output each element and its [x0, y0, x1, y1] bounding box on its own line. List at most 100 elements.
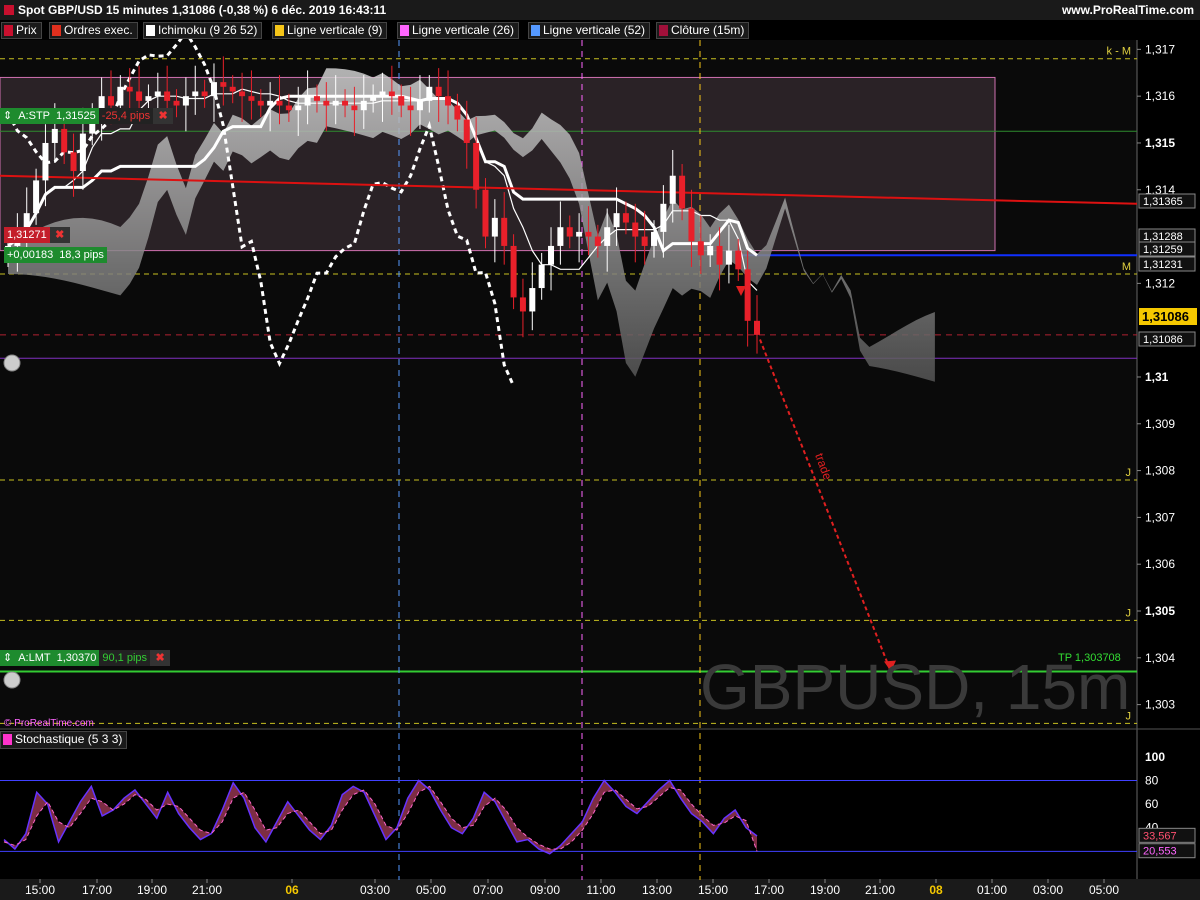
- candle-body: [435, 86, 442, 97]
- candle-body: [482, 189, 489, 237]
- credit-text: © ProRealTime.com: [4, 718, 94, 729]
- legend-item-6[interactable]: Ligne verticale (52): [528, 22, 651, 39]
- candle-body: [463, 119, 470, 143]
- time-tick-label-16: 08: [929, 883, 943, 897]
- limit-order-pips: 90,1 pips: [99, 650, 151, 666]
- price-label-1: 1,31365: [1143, 196, 1183, 208]
- price-tick-label-13: 1,303: [1145, 698, 1175, 712]
- stop-order-tag[interactable]: ⇕ A:STP 1,31525 -25,4 pips ✖: [0, 108, 174, 124]
- alert-bell-icon-1: [3, 354, 21, 372]
- legend-item-5[interactable]: Ligne verticale (26): [397, 22, 520, 39]
- candle-body: [622, 213, 629, 223]
- candle-body: [697, 241, 704, 256]
- stop-order-pips: -25,4 pips: [98, 108, 154, 124]
- candle-body: [519, 297, 526, 312]
- time-tick-label-18: 03:00: [1033, 883, 1063, 897]
- candle-body: [248, 96, 255, 101]
- legend-label: Ligne verticale (26): [412, 23, 515, 37]
- candle-body: [220, 82, 227, 87]
- level-label-1: k - M: [1107, 46, 1131, 58]
- candle-body: [426, 86, 433, 101]
- position-pips: 18,3 pips: [56, 247, 107, 263]
- entry-price-tag[interactable]: 1,31271 ✖: [4, 227, 70, 243]
- candle-body: [285, 105, 292, 111]
- legend-item-3[interactable]: Ichimoku (9 26 52): [143, 22, 263, 39]
- indicator-legend: Prix Ordres exec. Ichimoku (9 26 52) Ligne …: [0, 20, 1200, 39]
- candle-body: [51, 128, 58, 143]
- price-label-4: 1,31231: [1143, 259, 1183, 271]
- price-tick-label-10: 1,306: [1145, 557, 1175, 571]
- limit-order-price: 1,30370: [53, 650, 100, 666]
- stop-order-price: 1,31525: [53, 108, 99, 124]
- position-change: +0,00183: [4, 247, 57, 263]
- entry-close-icon[interactable]: ✖: [49, 227, 70, 243]
- legend-item-4[interactable]: Ligne verticale (9): [272, 22, 388, 39]
- candle-body: [669, 175, 676, 204]
- legend-swatch: [275, 25, 284, 36]
- candle-body: [313, 96, 320, 101]
- price-tick-label-7: 1,309: [1145, 417, 1175, 431]
- time-tick-label-11: 13:00: [642, 883, 672, 897]
- candle-body: [210, 82, 217, 97]
- legend-label: Ligne verticale (9): [287, 23, 383, 37]
- level-label-3: J: [1126, 467, 1132, 479]
- time-tick-label-7: 05:00: [416, 883, 446, 897]
- legend-item-2[interactable]: Ordres exec.: [49, 22, 138, 39]
- price-label-5: 1,31086: [1143, 334, 1183, 346]
- stoch-tick-3: 60: [1145, 797, 1159, 811]
- candle-body: [632, 222, 639, 237]
- price-tick-label-2: 1,316: [1145, 89, 1175, 103]
- time-tick-label-3: 19:00: [137, 883, 167, 897]
- candle-body: [107, 96, 114, 106]
- legend-label: Prix: [16, 23, 37, 37]
- candle-body: [491, 217, 498, 237]
- candle-body: [557, 227, 564, 246]
- candle-body: [126, 86, 133, 92]
- stop-order-arrow-icon[interactable]: ⇕: [0, 108, 16, 124]
- time-tick-label-15: 21:00: [865, 883, 895, 897]
- candle-body: [351, 105, 358, 111]
- time-tick-label-6: 03:00: [360, 883, 390, 897]
- stochastic-label: Stochastique (5 3 3): [15, 732, 123, 746]
- candle-body: [585, 231, 592, 237]
- candle-body: [276, 100, 283, 106]
- stochastic-legend[interactable]: Stochastique (5 3 3): [0, 731, 128, 749]
- brand-link[interactable]: www.ProRealTime.com: [1062, 3, 1194, 17]
- limit-order-arrow-icon[interactable]: ⇕: [0, 650, 16, 666]
- candle-body: [117, 86, 124, 106]
- time-tick-label-10: 11:00: [586, 883, 615, 897]
- price-tick-label-8: 1,308: [1145, 464, 1175, 478]
- candle-body: [360, 100, 367, 111]
- candle-body: [529, 288, 536, 312]
- candle-body: [407, 105, 414, 111]
- limit-order-close-icon[interactable]: ✖: [150, 650, 171, 666]
- candle-body: [501, 217, 508, 246]
- position-pnl-tag: +0,00183 18,3 pips: [4, 247, 107, 263]
- candle-body: [688, 208, 695, 242]
- stoch-tick-2: 80: [1145, 773, 1159, 787]
- candle-body: [735, 250, 742, 270]
- candle-body: [173, 100, 180, 106]
- instrument-icon: [4, 5, 14, 15]
- candle-body: [370, 96, 377, 101]
- legend-label: Clôture (15m): [671, 23, 745, 37]
- legend-swatch: [400, 25, 409, 36]
- legend-item-7[interactable]: Clôture (15m): [656, 22, 750, 39]
- candle-body: [33, 180, 40, 214]
- candle-body: [136, 91, 143, 101]
- credit-label: ProRealTime.com: [14, 718, 94, 729]
- time-tick-label-13: 17:00: [754, 883, 784, 897]
- limit-order-tag[interactable]: ⇕ A:LMT 1,30370 90,1 pips ✖: [0, 650, 171, 666]
- candle-body: [388, 91, 395, 97]
- candle-body: [716, 245, 723, 265]
- price-tick-label-6: 1,31: [1145, 370, 1169, 384]
- time-tick-label-9: 09:00: [530, 883, 560, 897]
- alert-bell-icon-2: [3, 671, 21, 689]
- stop-order-close-icon[interactable]: ✖: [153, 108, 174, 124]
- candle-body: [332, 100, 339, 106]
- legend-item-1[interactable]: Prix: [1, 22, 42, 39]
- candle-body: [42, 142, 49, 181]
- chart-canvas: k - MMJJJtrade1,3171,3161,3151,3141,3121…: [0, 29, 1200, 900]
- price-label-3: 1,31259: [1143, 244, 1183, 256]
- candle-body: [725, 250, 732, 265]
